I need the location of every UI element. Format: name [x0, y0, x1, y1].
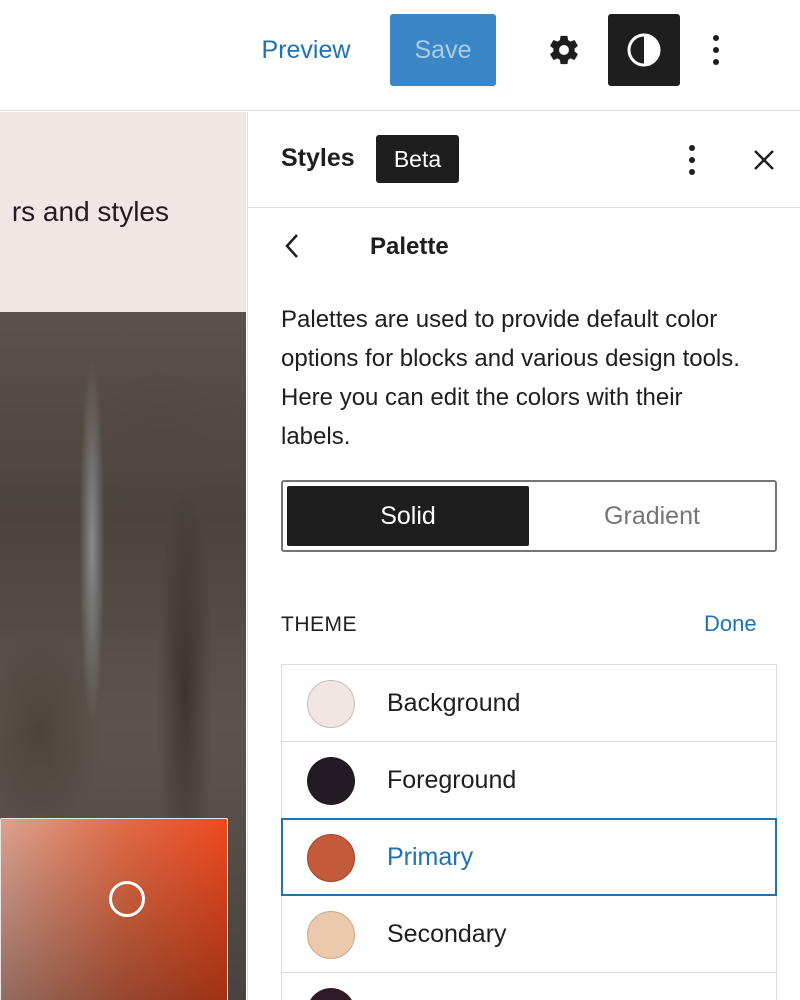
color-picker-handle[interactable]: [109, 881, 145, 917]
canvas-heading: rs and styles: [11, 196, 169, 227]
color-picker-saturation-area[interactable]: [0, 818, 228, 1000]
palette-heading: Palette: [370, 233, 449, 260]
color-name: Foreground: [387, 766, 517, 794]
sidebar-title: Styles: [281, 144, 355, 172]
done-button[interactable]: Done: [704, 611, 757, 637]
back-button[interactable]: [278, 224, 306, 268]
color-swatch: [307, 988, 355, 1000]
list-item-secondary[interactable]: Secondary: [281, 895, 777, 973]
color-swatch: [307, 911, 355, 959]
close-icon: [754, 150, 774, 170]
options-menu-button[interactable]: [696, 22, 736, 78]
chevron-left-icon: [285, 234, 298, 258]
color-name: Background: [387, 689, 521, 717]
color-swatch: [307, 834, 355, 882]
vertical-ellipsis-icon: [713, 35, 719, 65]
save-button[interactable]: Save: [390, 14, 496, 86]
vertical-ellipsis-icon: [689, 145, 695, 175]
gear-icon: [550, 35, 578, 65]
settings-button[interactable]: [536, 22, 592, 78]
canvas-header-block: rs and styles: [0, 112, 246, 312]
palette-description: Palettes are used to provide default col…: [281, 306, 740, 450]
styles-toggle-button[interactable]: [608, 14, 680, 86]
list-item-primary[interactable]: Primary: [281, 818, 777, 896]
palette-color-list: Background Foreground Primary Secondary: [281, 664, 777, 1000]
list-item-background[interactable]: Background: [281, 664, 777, 742]
list-item-tertiary[interactable]: [281, 972, 777, 1000]
editor-header: Preview Save: [0, 0, 800, 111]
half-circle-contrast-icon: [627, 33, 661, 67]
styles-sidebar: Styles Beta Palette Palettes are used to…: [247, 112, 800, 1000]
beta-badge: Beta: [376, 135, 459, 183]
preview-button[interactable]: Preview: [246, 14, 366, 86]
color-name: Primary: [387, 843, 474, 871]
close-sidebar-button[interactable]: [744, 136, 784, 184]
navigator-row: Palette: [248, 224, 800, 268]
editor-canvas[interactable]: rs and styles: [0, 112, 246, 1000]
styles-options-button[interactable]: [672, 136, 712, 184]
color-swatch: [307, 680, 355, 728]
color-swatch: [307, 757, 355, 805]
tab-solid[interactable]: Solid: [287, 486, 529, 546]
theme-section-label: THEME: [281, 613, 357, 636]
list-item-foreground[interactable]: Foreground: [281, 741, 777, 819]
tab-gradient[interactable]: Gradient: [531, 486, 773, 546]
palette-type-toggle: Solid Gradient: [281, 480, 777, 552]
sidebar-header: Styles Beta: [248, 112, 800, 208]
color-name: Secondary: [387, 920, 507, 948]
